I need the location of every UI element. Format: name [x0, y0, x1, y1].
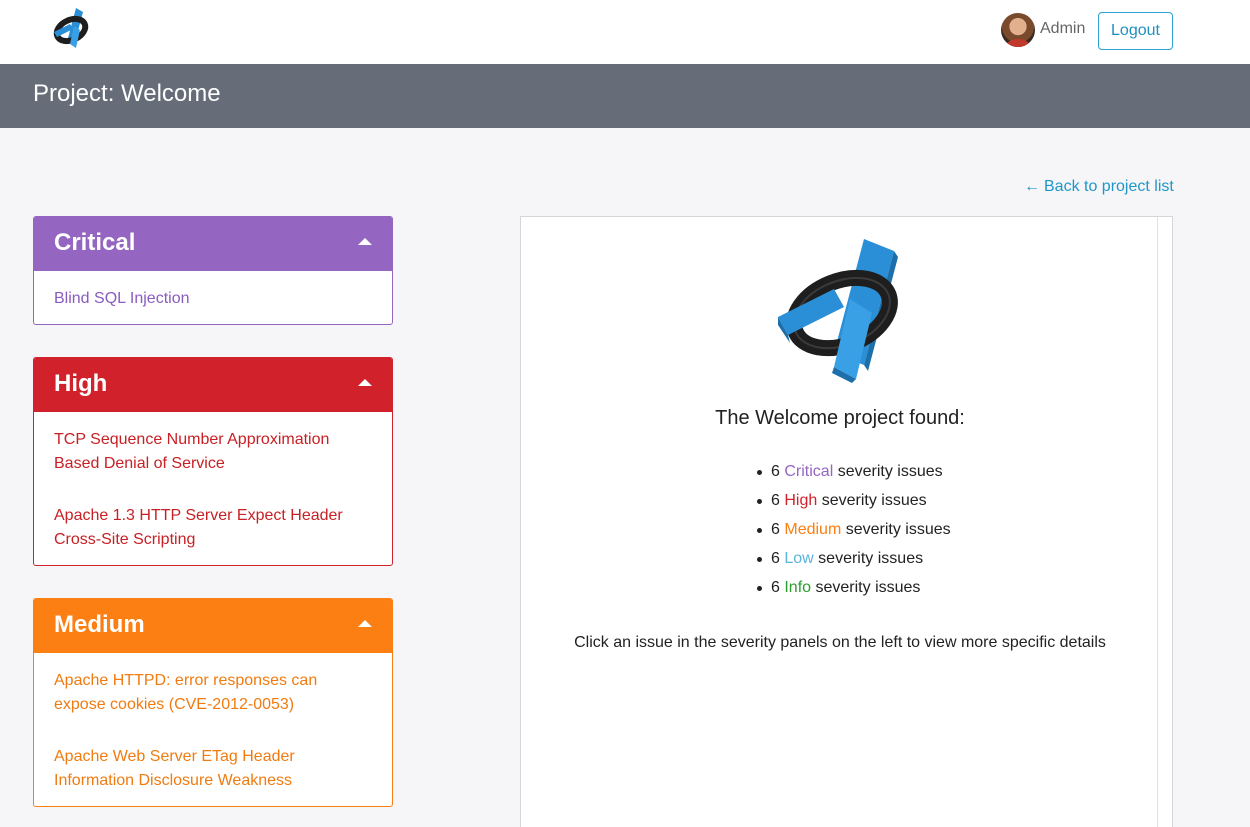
user-avatar[interactable]	[1001, 13, 1035, 47]
logout-button[interactable]: Logout	[1098, 12, 1173, 50]
panel-high: High TCP Sequence Number Approximation B…	[33, 357, 393, 566]
summary-title: The Welcome project found:	[715, 407, 965, 429]
panel-high-header[interactable]: High	[34, 358, 392, 412]
severity-label-low: Low	[784, 550, 814, 567]
issue-count: 6	[771, 579, 780, 596]
severity-suffix: severity issues	[821, 492, 927, 509]
panel-medium: Medium Apache HTTPD: error responses can…	[33, 598, 393, 807]
list-item: 6 Critical severity issues	[757, 462, 951, 491]
project-summary-card: The Welcome project found: 6 Critical se…	[520, 216, 1173, 827]
severity-label-info: Info	[784, 579, 812, 596]
severity-label-medium: Medium	[784, 521, 842, 538]
list-item: 6 Low severity issues	[757, 549, 951, 578]
instruction-text: Click an issue in the severity panels on…	[574, 634, 1106, 651]
app-logo-icon	[778, 239, 898, 383]
issue-count: 6	[771, 550, 780, 567]
issue-link[interactable]: Blind SQL Injection	[54, 287, 372, 311]
severity-label-critical: Critical	[784, 463, 834, 480]
collapse-caret-icon[interactable]	[358, 620, 372, 627]
panel-critical-title: Critical	[54, 229, 136, 256]
severity-suffix: severity issues	[815, 579, 921, 596]
app-logo-icon[interactable]	[50, 6, 90, 50]
list-item: 6 Info severity issues	[757, 578, 951, 607]
page-title: Project: Welcome	[33, 80, 221, 107]
panel-medium-title: Medium	[54, 611, 145, 638]
panel-critical: Critical Blind SQL Injection	[33, 216, 393, 325]
top-navbar: Admin Logout	[0, 0, 1250, 64]
back-to-project-list-link[interactable]: ← Back to project list	[1024, 178, 1174, 196]
collapse-caret-icon[interactable]	[358, 379, 372, 386]
arrow-left-icon: ←	[1024, 178, 1040, 195]
collapse-caret-icon[interactable]	[358, 238, 372, 245]
back-link-label: Back to project list	[1044, 178, 1174, 195]
scrollbar[interactable]	[1157, 217, 1158, 827]
severity-suffix: severity issues	[845, 521, 951, 538]
list-item: 6 Medium severity issues	[757, 520, 951, 549]
issue-link[interactable]: Apache Web Server ETag Header Informatio…	[54, 745, 344, 793]
severity-summary-list: 6 Critical severity issues 6 High severi…	[757, 462, 951, 607]
issue-count: 6	[771, 463, 780, 480]
panel-high-title: High	[54, 370, 108, 397]
issue-link[interactable]: TCP Sequence Number Approximation Based …	[54, 428, 354, 476]
issue-count: 6	[771, 521, 780, 538]
panel-medium-header[interactable]: Medium	[34, 599, 392, 653]
severity-suffix: severity issues	[818, 550, 924, 567]
severity-suffix: severity issues	[837, 463, 943, 480]
user-name[interactable]: Admin	[1040, 20, 1085, 38]
issue-count: 6	[771, 492, 780, 509]
list-item: 6 High severity issues	[757, 491, 951, 520]
issue-link[interactable]: Apache 1.3 HTTP Server Expect Header Cro…	[54, 504, 354, 552]
severity-label-high: High	[784, 492, 818, 509]
panel-critical-header[interactable]: Critical	[34, 217, 392, 271]
issue-link[interactable]: Apache HTTPD: error responses can expose…	[54, 669, 344, 717]
